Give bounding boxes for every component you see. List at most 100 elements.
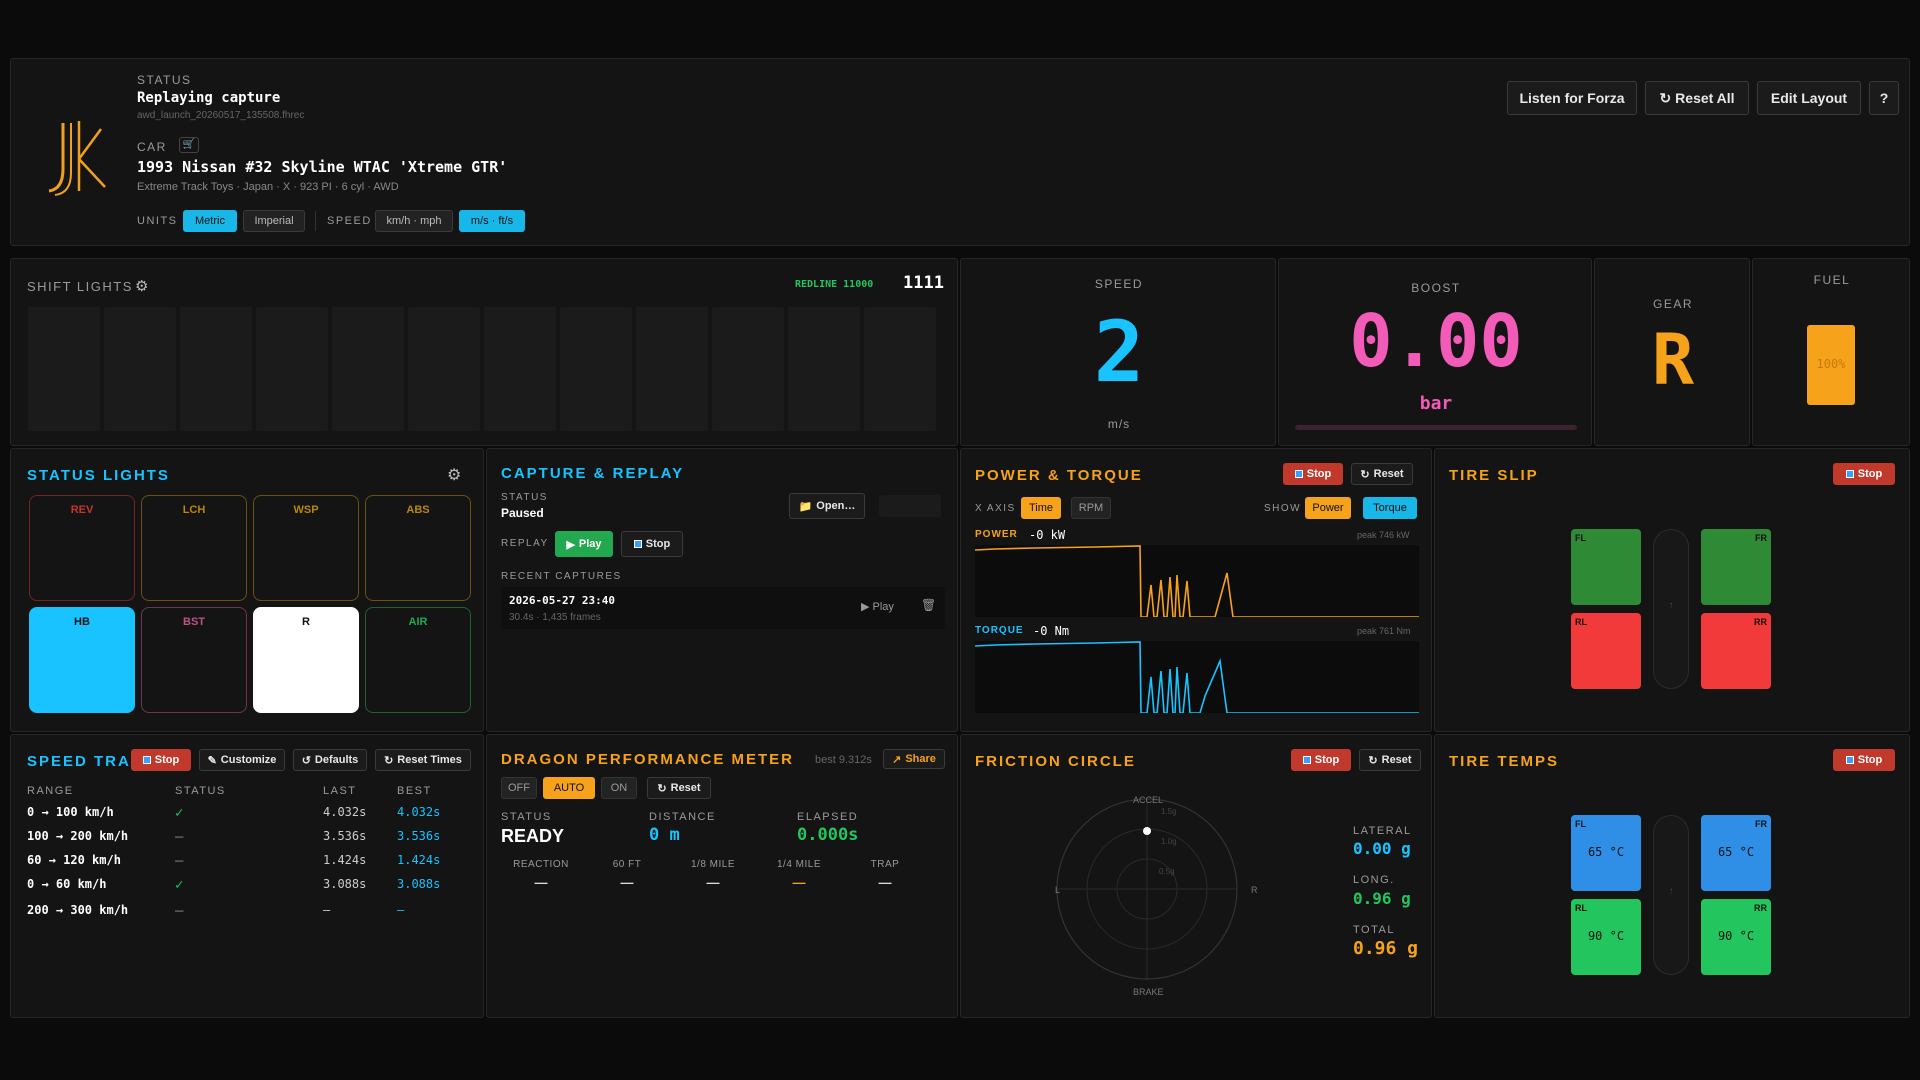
customize-button[interactable]: ✎ Customize bbox=[199, 749, 285, 771]
arrow-up-icon: ↑ bbox=[1668, 600, 1674, 611]
tire-temp-rr: RR 90 °C bbox=[1701, 899, 1771, 975]
share-button[interactable]: ↗ Share bbox=[883, 749, 945, 769]
boost-bar bbox=[1295, 425, 1577, 430]
capture-replay-panel: CAPTURE & REPLAY STATUS Paused 📁 Open… RE… bbox=[486, 448, 958, 732]
tire-temps-title: TIRE TEMPS bbox=[1449, 753, 1560, 770]
split-label: REACTION bbox=[513, 859, 569, 870]
defaults-button[interactable]: ↺ Defaults bbox=[293, 749, 367, 771]
mode-off-button[interactable]: OFF bbox=[501, 777, 537, 799]
tire-fl: FL bbox=[1571, 529, 1641, 605]
show-torque-button[interactable]: Torque bbox=[1363, 497, 1417, 519]
speed-trap-stop-button[interactable]: Stop bbox=[131, 749, 191, 771]
split-value: — bbox=[706, 875, 720, 890]
dragon-title: DRAGON PERFORMANCE METER bbox=[501, 751, 795, 768]
tire-temp-rr-value: 90 °C bbox=[1717, 929, 1755, 943]
reset-all-button[interactable]: ↻ Reset All bbox=[1645, 81, 1749, 115]
capture-filename: awd_launch_20260517_135508.fhrec bbox=[137, 110, 305, 121]
tire-rr-label: RR bbox=[1754, 617, 1767, 627]
boost-panel: BOOST 0.00 bar bbox=[1278, 258, 1592, 446]
mode-on-button[interactable]: ON bbox=[601, 777, 637, 799]
tire-temp-rl-label: RL bbox=[1575, 903, 1587, 913]
status-light-wsp: WSP bbox=[253, 495, 359, 601]
status-value: Replaying capture bbox=[137, 90, 281, 106]
friction-stop-button[interactable]: Stop bbox=[1291, 749, 1351, 771]
fuel-percent: 100% bbox=[1816, 357, 1846, 371]
mode-auto-button[interactable]: AUTO bbox=[543, 777, 595, 799]
dragon-reset-button[interactable]: ↻ Reset bbox=[647, 777, 711, 799]
recent-captures-label: RECENT CAPTURES bbox=[501, 571, 622, 582]
tire-temps-stop-button[interactable]: Stop bbox=[1833, 749, 1895, 771]
trap-best: 1.424s bbox=[397, 853, 441, 867]
distance-label: DISTANCE bbox=[649, 811, 716, 823]
shift-light-cell bbox=[788, 307, 860, 431]
friction-circle-plot bbox=[1056, 798, 1238, 980]
capture-play-link[interactable]: ▶ Play bbox=[861, 600, 894, 613]
friction-reset-button[interactable]: ↻ Reset bbox=[1359, 749, 1421, 771]
status-light-rev: REV bbox=[29, 495, 135, 601]
elapsed-value: 0.000s bbox=[797, 825, 859, 845]
capture-title: CAPTURE & REPLAY bbox=[501, 465, 685, 482]
units-metric-button[interactable]: Metric bbox=[183, 210, 237, 232]
folder-icon: 📁 bbox=[798, 500, 813, 513]
accel-label: ACCEL bbox=[1133, 795, 1164, 805]
friction-title: FRICTION CIRCLE bbox=[975, 753, 1136, 770]
ring-label-outer: 1.5g bbox=[1161, 807, 1177, 816]
split-label: 1/4 MILE bbox=[776, 859, 822, 870]
listen-forza-button[interactable]: Listen for Forza bbox=[1507, 81, 1637, 115]
tire-temps-panel: TIRE TEMPS Stop FL 65 °C FR 65 °C RL 90 °C … bbox=[1434, 734, 1910, 1018]
shift-light-cell bbox=[560, 307, 632, 431]
tire-slip-title: TIRE SLIP bbox=[1449, 467, 1539, 484]
brake-label: BRAKE bbox=[1133, 987, 1164, 997]
gear-settings-icon[interactable]: ⚙ bbox=[135, 277, 148, 295]
tire-slip-stop-button[interactable]: Stop bbox=[1833, 463, 1895, 485]
reset-times-button[interactable]: ↻ Reset Times bbox=[375, 749, 471, 771]
tire-rl: RL bbox=[1571, 613, 1641, 689]
dragon-status-value: READY bbox=[501, 826, 565, 846]
help-button[interactable]: ? bbox=[1869, 81, 1899, 115]
x-axis-rpm-button[interactable]: RPM bbox=[1071, 497, 1111, 519]
lateral-label: LATERAL bbox=[1353, 825, 1412, 837]
trap-status: ✓ bbox=[175, 805, 184, 821]
tire-slip-panel: TIRE SLIP Stop FL FR RL RR ↑ bbox=[1434, 448, 1910, 732]
ring-label-inner: 0.5g bbox=[1159, 867, 1175, 876]
trap-range: 0 → 60 km/h bbox=[27, 877, 107, 891]
trap-last: 3.536s bbox=[323, 829, 367, 843]
trap-last: 4.032s bbox=[323, 805, 367, 819]
trash-icon[interactable]: 🗑 bbox=[921, 598, 936, 612]
cart-icon[interactable]: 🛒 bbox=[179, 137, 199, 153]
tire-temp-fr: FR 65 °C bbox=[1701, 815, 1771, 891]
edit-layout-button[interactable]: Edit Layout bbox=[1757, 81, 1861, 115]
torque-peak: peak 761 Nm bbox=[1357, 626, 1411, 636]
tire-temp-fl-label: FL bbox=[1575, 819, 1586, 829]
open-capture-button[interactable]: 📁 Open… bbox=[789, 493, 865, 519]
speed-unit: m/s bbox=[1107, 417, 1131, 431]
shift-light-cell bbox=[864, 307, 936, 431]
units-imperial-button[interactable]: Imperial bbox=[243, 210, 305, 232]
tire-temp-rl: RL 90 °C bbox=[1571, 899, 1641, 975]
x-axis-time-button[interactable]: Time bbox=[1021, 497, 1061, 519]
tire-fr: FR bbox=[1701, 529, 1771, 605]
tire-temp-fr-label: FR bbox=[1755, 819, 1767, 829]
speed-kmh-button[interactable]: km/h · mph bbox=[375, 210, 453, 232]
speed-ms-button[interactable]: m/s · ft/s bbox=[459, 210, 525, 232]
shift-light-cell bbox=[28, 307, 100, 431]
power-reset-button[interactable]: ↻ Reset bbox=[1351, 463, 1413, 485]
stop-button[interactable]: Stop bbox=[621, 531, 683, 557]
lateral-value: 0.00 g bbox=[1353, 839, 1411, 858]
distance-value: 0 m bbox=[649, 825, 680, 845]
status-lights-panel: STATUS LIGHTS ⚙ REV LCH WSP ABS HB BST R AIR bbox=[10, 448, 484, 732]
play-button[interactable]: ▶ Play bbox=[555, 531, 613, 557]
power-peak: peak 746 kW bbox=[1357, 530, 1410, 540]
tire-rl-label: RL bbox=[1575, 617, 1587, 627]
show-power-button[interactable]: Power bbox=[1305, 497, 1351, 519]
shift-light-cell bbox=[484, 307, 556, 431]
stop-icon bbox=[1294, 470, 1303, 478]
status-label: STATUS bbox=[137, 73, 192, 87]
power-stop-button[interactable]: Stop bbox=[1283, 463, 1343, 485]
recent-capture-item[interactable]: 2026-05-27 23:40 30.4s · 1,435 frames ▶ … bbox=[501, 587, 945, 629]
divider bbox=[315, 211, 316, 231]
dragon-best: best 9.312s bbox=[815, 754, 872, 766]
long-label: LONG. bbox=[1353, 874, 1395, 886]
play-icon: ▶ bbox=[861, 601, 873, 613]
gear-settings-icon[interactable]: ⚙ bbox=[447, 465, 461, 485]
